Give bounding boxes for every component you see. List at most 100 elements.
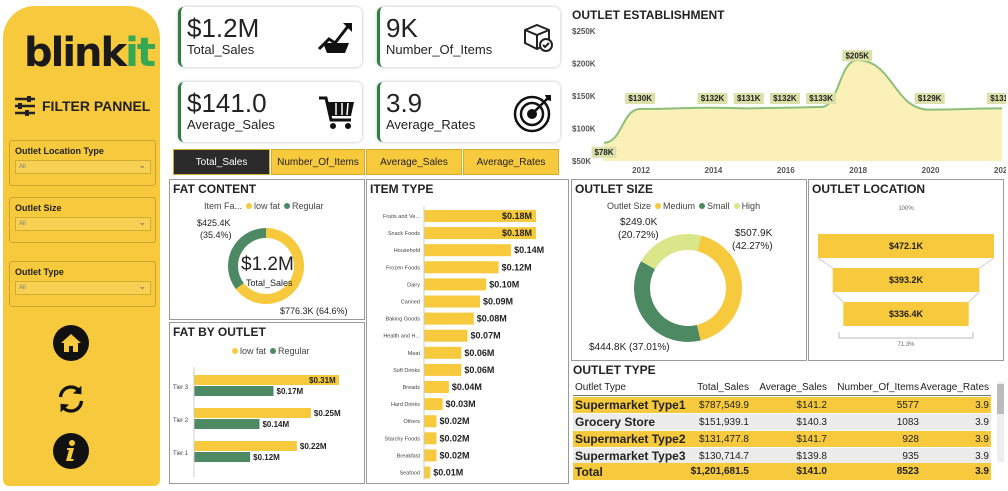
table-row[interactable]: Supermarket Type1 $787,549.9 $141.2 5577 3.9 (573, 397, 991, 413)
filter-outlet-location-type: Outlet Location Type All (9, 140, 156, 186)
funnel-label: $336.4K (889, 309, 924, 319)
kpi-number-of-items: 9K Number_Of_Items (377, 7, 560, 67)
outlet-size-legend: Outlet Size Medium Small High (607, 201, 760, 211)
box-check-icon (524, 23, 553, 52)
item-type-chart: Fruits and Ve... $0.18M Snack Foods $0.18M H… (383, 206, 544, 480)
table-cell: 1083 (896, 416, 919, 428)
sliders-icon (15, 96, 35, 116)
table-scrollbar[interactable] (997, 382, 1004, 462)
category-label: Household (394, 248, 420, 254)
table-cell: Grocery Store (575, 415, 656, 429)
table-cell: 935 (902, 450, 919, 462)
tab-number-of-items[interactable]: Number_Of_Items (271, 149, 365, 175)
x-tick-label: 2012 (632, 166, 650, 175)
data-label: $130K (628, 94, 652, 103)
table-cell: $139.8 (796, 450, 827, 462)
item-type-title: ITEM TYPE (370, 182, 434, 196)
col-outlet-type[interactable]: Outlet Type (573, 382, 685, 393)
tab-average-rates[interactable]: Average_Rates (463, 149, 559, 175)
x-tick-label: 2020 (922, 166, 940, 175)
col-average-sales[interactable]: Average_Sales (749, 382, 827, 393)
area-fill (604, 60, 1002, 161)
bar (424, 415, 437, 428)
category-label: Fruits and Ve... (383, 214, 420, 220)
total-cell: 3.9 (975, 466, 989, 477)
bar (424, 312, 474, 325)
y-tick-label: $250K (572, 27, 596, 36)
bar-label: $0.31M (309, 376, 336, 385)
legend-medium: Medium (663, 201, 696, 211)
category-label: Breads (403, 385, 421, 391)
bar (424, 381, 449, 393)
total-cell: $1,201,681.5 (690, 466, 749, 477)
fat-content-title: FAT CONTENT (173, 182, 257, 196)
shopping-cart-icon (319, 96, 354, 129)
bar (424, 329, 468, 342)
scrollbar-thumb[interactable] (997, 384, 1004, 414)
outlet-size-donut (634, 234, 742, 342)
kpi-label: Average_Rates (386, 117, 476, 132)
funnel-label: $472.1K (889, 241, 924, 251)
table-cell: Supermarket Type2 (575, 432, 686, 446)
outlet-establishment-chart: $250K $200K $150K $100K $50K 2012 2014 2016 2018… (572, 27, 1006, 175)
fat-content-legend: Item Fa... low fat Regular (204, 201, 324, 211)
filter-panel-title: FILTER PANNEL (42, 98, 151, 114)
tab-total-sales[interactable]: Total_Sales (173, 149, 270, 175)
kpi-average-rates: 3.9 Average_Rates (377, 82, 560, 142)
filter-panel-header: FILTER PANNEL (14, 96, 150, 116)
legend-dot (655, 203, 662, 209)
category-label: Tier 3 (173, 385, 189, 391)
kpi-average-sales: $141.0 Average_Sales (178, 82, 362, 142)
outlet-size-dropdown[interactable]: All (15, 216, 151, 231)
category-label: Starchy Foods (385, 436, 421, 442)
legend-small: Small (707, 201, 730, 211)
outlet-location-panel: OUTLET LOCATION 100% $472.1K $393.2K $336.… (808, 179, 1004, 361)
table-cell: Supermarket Type1 (575, 398, 686, 412)
x-tick-label: 2022 (994, 166, 1006, 175)
lowfat-value-label: $776.3K (64.6%) (280, 306, 348, 316)
legend-dot (270, 348, 277, 354)
table-row[interactable]: Supermarket Type2 $131,477.8 $141.7 928 3.9 (573, 431, 991, 447)
data-label: $205K (845, 51, 869, 60)
bar-label: $0.09M (483, 297, 513, 307)
fat-by-outlet-title: FAT BY OUTLET (173, 325, 266, 339)
regular-pct-label: (35.4%) (200, 230, 232, 240)
category-label: Snack Foods (388, 231, 420, 237)
fat-by-outlet-legend: low fat Regular (228, 346, 310, 356)
category-label: Breakfast (397, 453, 421, 459)
funnel-connector (832, 291, 980, 303)
category-label: Dairy (407, 282, 420, 288)
category-label: Frozen Foods (386, 265, 420, 271)
outlet-location-type-dropdown[interactable]: All (15, 159, 151, 174)
legend-lowfat: low fat (240, 346, 267, 356)
legend-dot (232, 348, 238, 354)
home-button[interactable] (53, 325, 89, 361)
outlet-type-dropdown[interactable]: All (15, 280, 151, 295)
legend-lowfat: low fat (254, 201, 281, 211)
tab-average-sales[interactable]: Average_Sales (366, 149, 462, 175)
info-button[interactable] (53, 433, 89, 469)
donut-center-value: $1.2M (241, 254, 294, 275)
category-label: Hard Drinks (391, 402, 420, 408)
info-icon (66, 440, 75, 461)
table-cell: 3.9 (975, 399, 989, 411)
refresh-button[interactable] (53, 381, 89, 417)
total-cell: $141.0 (796, 466, 827, 477)
kpi-value: $141.0 (187, 88, 267, 118)
outlet-size-title: OUTLET SIZE (575, 182, 653, 196)
bar-label: $0.17M (277, 387, 304, 396)
funnel-connector (817, 257, 995, 269)
table-cell: $787,549.9 (698, 399, 749, 411)
item-type-panel: ITEM TYPE Fruits and Ve... $0.18M Snack Fo… (366, 179, 569, 484)
col-total-sales[interactable]: Total_Sales (685, 382, 749, 393)
col-average-rates[interactable]: Average_Rates (919, 382, 989, 393)
kpi-value: $1.2M (187, 13, 260, 43)
y-tick-label: $150K (572, 92, 596, 101)
funnel-bracket (838, 332, 974, 339)
table-header: Outlet Type Total_Sales Average_Sales Nu… (573, 380, 991, 396)
home-icon (61, 334, 81, 352)
table-row[interactable]: Grocery Store $151,939.1 $140.3 1083 3.9 (573, 414, 991, 430)
col-number-of-items[interactable]: Number_Of_Items (827, 382, 919, 393)
legend-dot (284, 203, 291, 209)
table-row[interactable]: Supermarket Type3 $130,714.7 $139.8 935 3.9 (573, 448, 991, 464)
